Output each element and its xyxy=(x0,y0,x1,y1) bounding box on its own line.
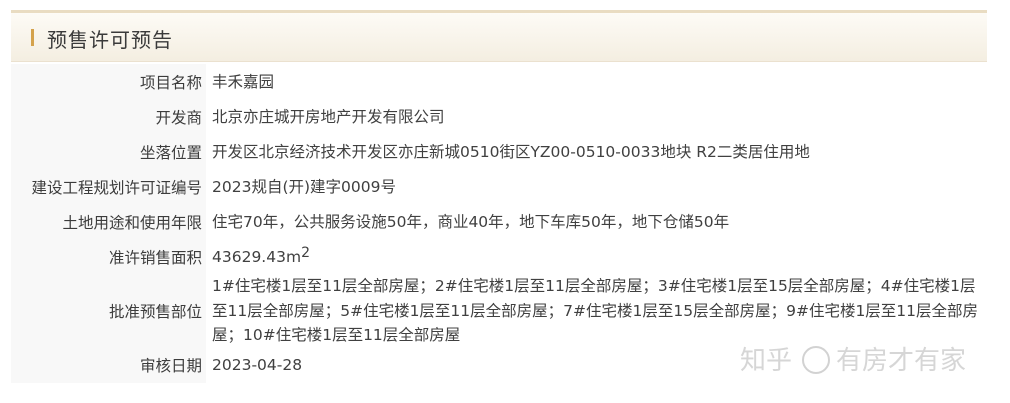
watermark-prefix: 知乎 xyxy=(740,346,793,376)
row-value-location: 开发区北京经济技术开发区亦庄新城0510街区YZ00-0510-0033地块 R… xyxy=(212,142,810,161)
sale-area-unit-superscript: 2 xyxy=(301,244,310,261)
row-label-project-name: 项目名称 xyxy=(11,64,206,99)
sale-area-number: 43629.43m xyxy=(212,247,302,266)
row-value-sale-area: 43629.43m2 xyxy=(206,239,987,274)
panel-header: 预售许可预告 xyxy=(11,10,987,62)
row-label-presale-scope: 批准预售部位 xyxy=(11,274,206,348)
row-label-review-date: 审核日期 xyxy=(11,347,206,383)
presale-panel: 预售许可预告 项目名称 丰禾嘉园 开发商 北京亦庄城开房地产开发有限公司 坐落位… xyxy=(11,10,987,383)
table-row: 准许销售面积 43629.43m2 xyxy=(11,239,987,274)
table-row: 开发商 北京亦庄城开房地产开发有限公司 xyxy=(11,99,987,134)
row-label-land-use: 土地用途和使用年限 xyxy=(11,204,206,239)
row-label-developer: 开发商 xyxy=(11,99,206,134)
row-label-permit-number: 建设工程规划许可证编号 xyxy=(11,169,206,204)
header-accent-bar xyxy=(31,29,34,46)
row-value-developer: 北京亦庄城开房地产开发有限公司 xyxy=(212,107,445,126)
table-row: 坐落位置 开发区北京经济技术开发区亦庄新城0510街区YZ00-0510-003… xyxy=(11,134,987,169)
zhihu-watermark: 知乎 有房才有家 xyxy=(740,340,966,377)
table-row: 批准预售部位 1#住宅楼1层至11层全部房屋；2#住宅楼1层至11层全部房屋；3… xyxy=(11,274,987,348)
row-label-sale-area: 准许销售面积 xyxy=(11,239,206,274)
table-row: 项目名称 丰禾嘉园 xyxy=(11,64,987,99)
row-value-project-name: 丰禾嘉园 xyxy=(212,72,275,91)
at-icon xyxy=(802,345,831,374)
watermark-suffix: 有房才有家 xyxy=(836,346,967,376)
table-row: 土地用途和使用年限 住宅70年，公共服务设施50年，商业40年，地下车库50年，… xyxy=(11,204,987,239)
panel-title: 预售许可预告 xyxy=(47,28,173,52)
info-table: 项目名称 丰禾嘉园 开发商 北京亦庄城开房地产开发有限公司 坐落位置 开发区北京… xyxy=(11,64,987,383)
row-value-presale-scope: 1#住宅楼1层至11层全部房屋；2#住宅楼1层至11层全部房屋；3#住宅楼1层至… xyxy=(212,277,979,344)
row-label-location: 坐落位置 xyxy=(11,134,206,169)
row-value-permit-number: 2023规自(开)建字0009号 xyxy=(212,177,396,196)
table-row: 建设工程规划许可证编号 2023规自(开)建字0009号 xyxy=(11,169,987,204)
row-value-land-use: 住宅70年，公共服务设施50年，商业40年，地下车库50年，地下仓储50年 xyxy=(212,212,730,231)
